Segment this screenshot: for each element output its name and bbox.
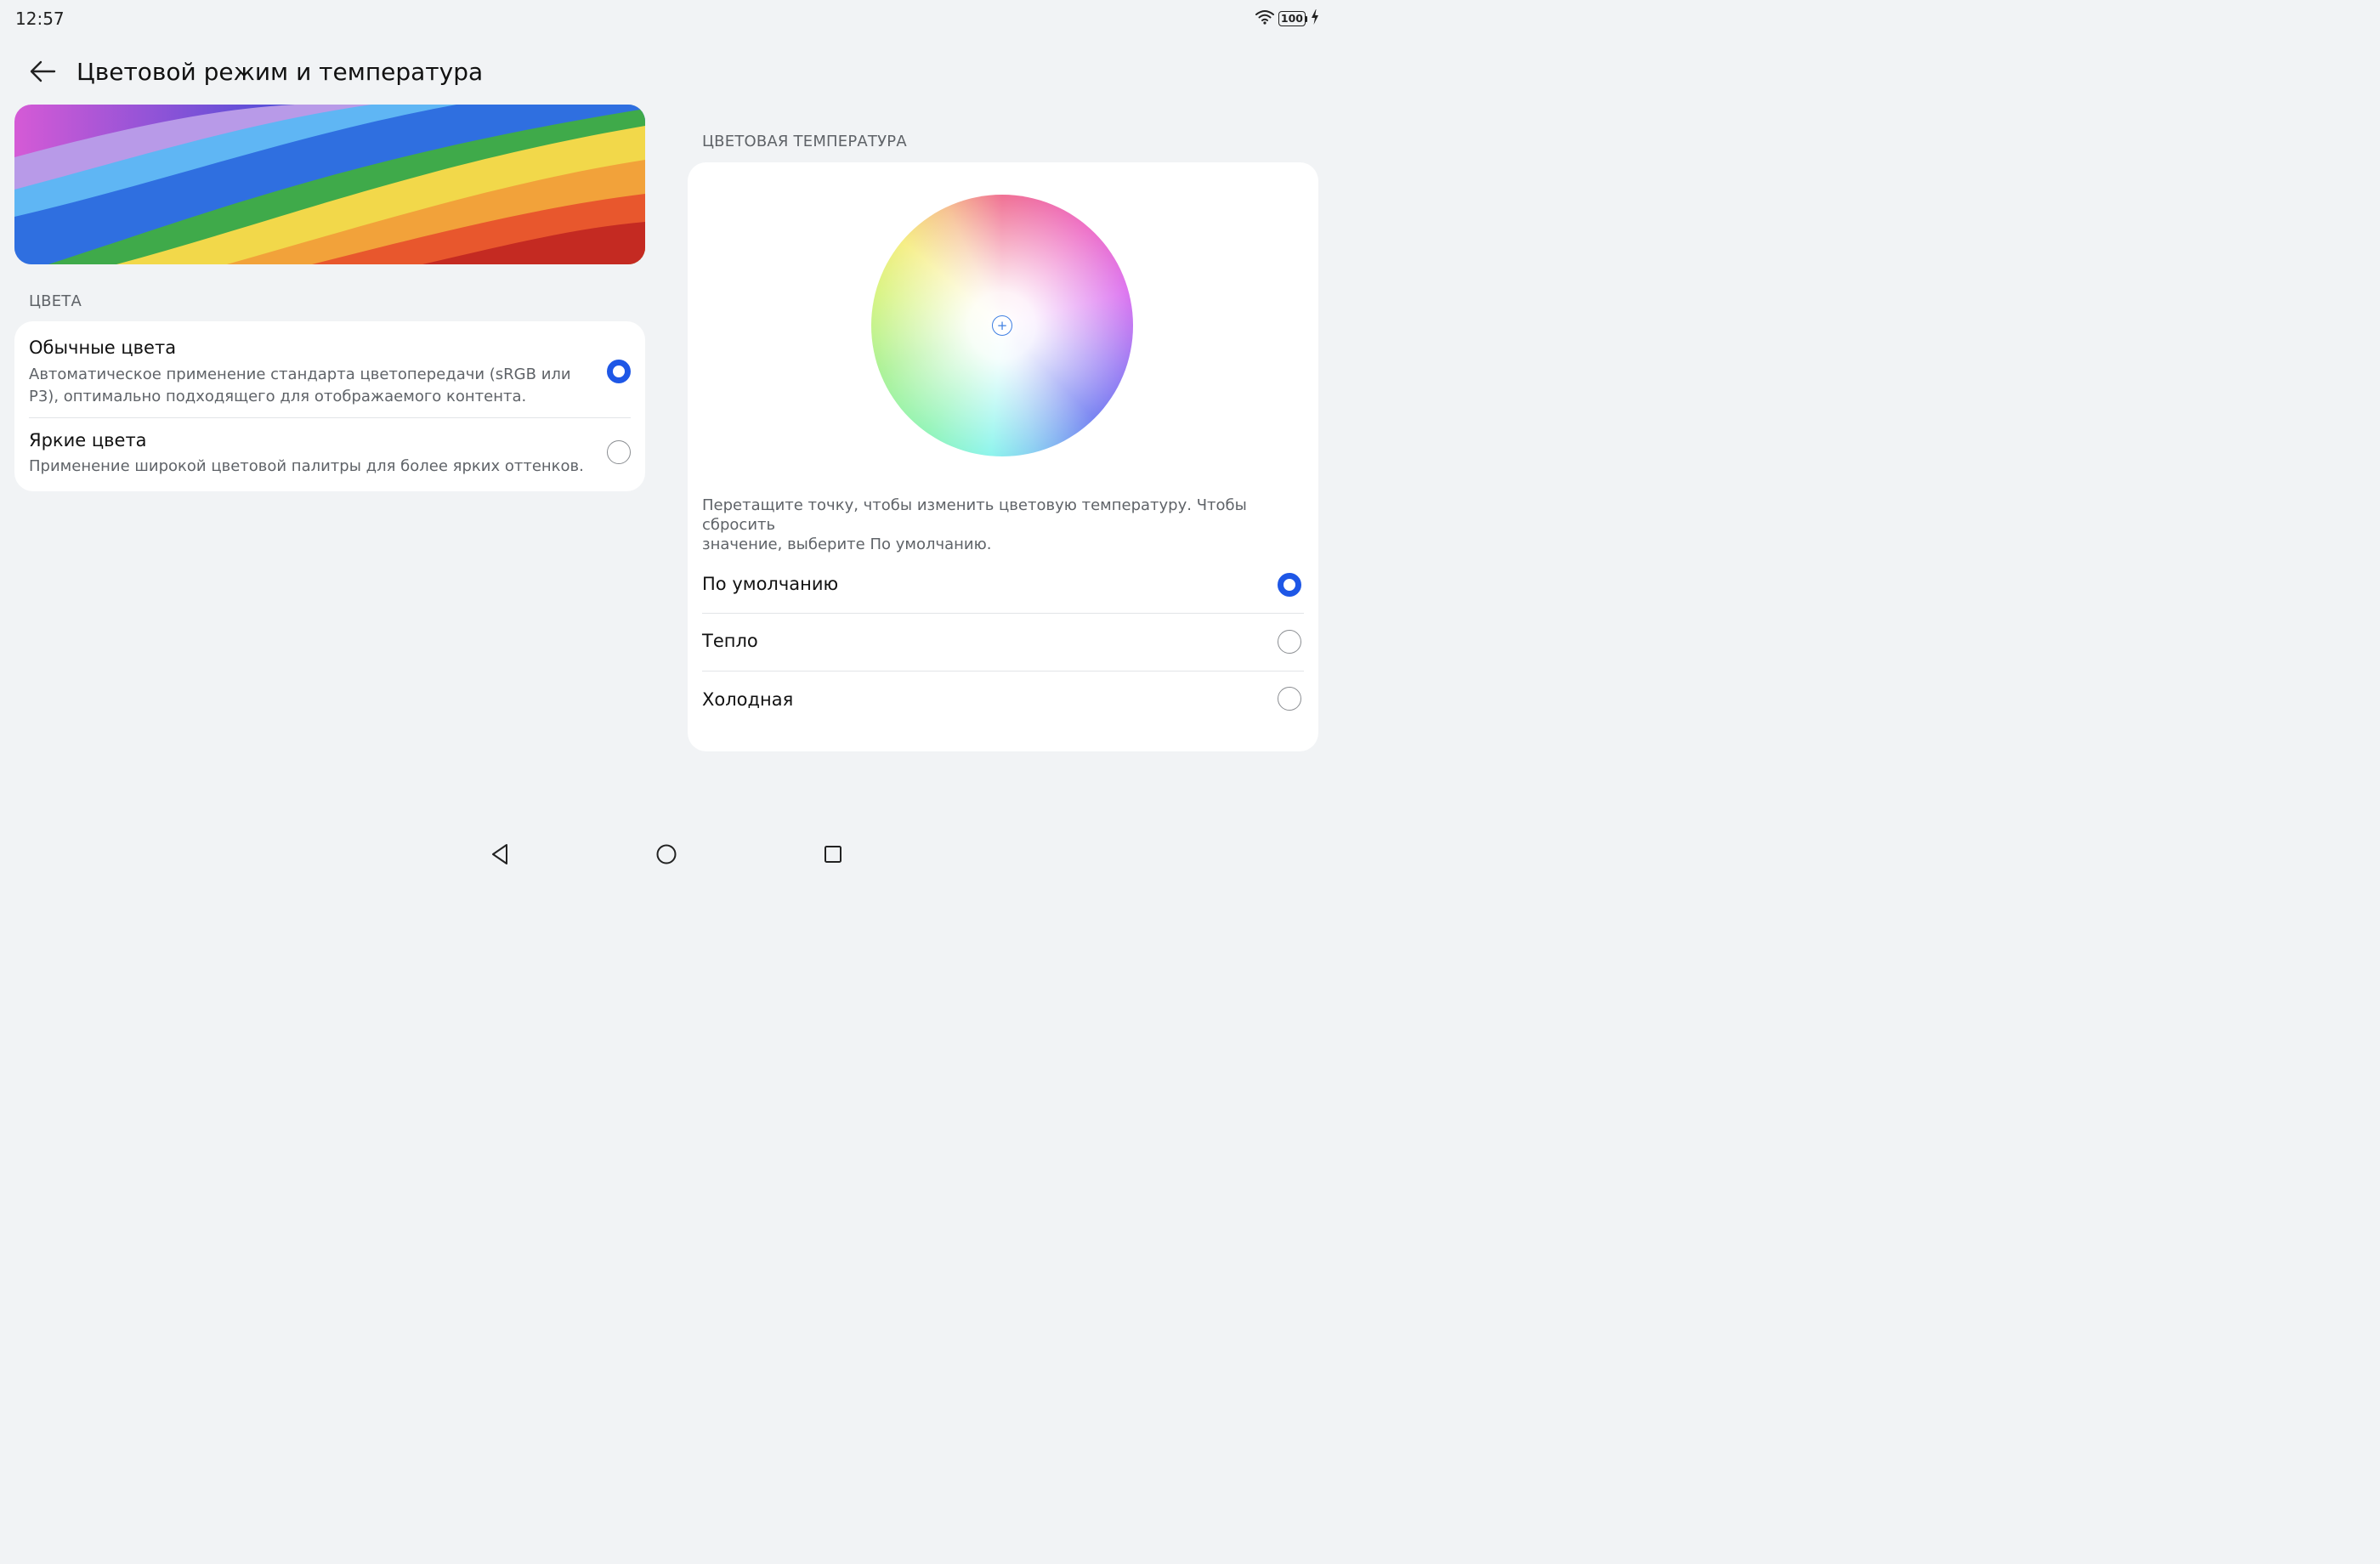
nav-recents-button[interactable]: [819, 843, 847, 869]
radio-temp-cold[interactable]: [1278, 687, 1301, 711]
back-arrow-icon: [29, 60, 56, 87]
option-description: Применение широкой цветовой палитры для …: [29, 457, 584, 475]
back-triangle-icon: [490, 843, 510, 869]
battery-icon: 100: [1278, 11, 1307, 26]
temperature-hint: Перетащите точку, чтобы изменить цветову…: [702, 496, 1307, 554]
color-mode-banner-image: [14, 105, 645, 264]
wifi-icon: [1255, 8, 1275, 29]
option-vivid-colors[interactable]: Яркие цвета Применение широкой цветовой …: [14, 418, 645, 491]
back-button[interactable]: [26, 56, 60, 90]
option-description-line: P3), оптимально подходящего для отобража…: [29, 388, 527, 405]
option-title: По умолчанию: [702, 574, 839, 594]
option-temp-warm[interactable]: Тепло: [688, 614, 1318, 671]
nav-back-button[interactable]: [485, 843, 514, 869]
temperature-section-label: ЦВЕТОВАЯ ТЕМПЕРАТУРА: [702, 133, 907, 150]
hint-line: Перетащите точку, чтобы изменить цветову…: [702, 496, 1247, 534]
status-time: 12:57: [15, 8, 65, 29]
color-temperature-wheel[interactable]: +: [871, 195, 1133, 456]
colors-card: Обычные цвета Автоматическое применение …: [14, 321, 645, 491]
option-description-line: Автоматическое применение стандарта цвет…: [29, 366, 571, 383]
charging-icon: [1311, 8, 1319, 29]
option-title: Тепло: [702, 631, 758, 651]
temperature-picker-handle[interactable]: +: [992, 315, 1012, 336]
option-description: Автоматическое применение стандарта цвет…: [29, 364, 571, 408]
radio-vivid-colors[interactable]: [607, 440, 631, 464]
page-title: Цветовой режим и температура: [76, 58, 484, 86]
recents-square-icon: [823, 844, 843, 868]
option-title: Обычные цвета: [29, 337, 177, 358]
option-temp-default[interactable]: По умолчанию: [688, 555, 1318, 613]
temperature-card: + Перетащите точку, чтобы изменить цвето…: [688, 162, 1318, 751]
colors-section-label: ЦВЕТА: [29, 292, 82, 310]
option-normal-colors[interactable]: Обычные цвета Автоматическое применение …: [14, 321, 645, 417]
option-title: Холодная: [702, 689, 794, 710]
nav-home-button[interactable]: [652, 843, 681, 869]
option-title: Яркие цвета: [29, 430, 147, 450]
home-circle-icon: [655, 843, 677, 869]
option-temp-cold[interactable]: Холодная: [688, 672, 1318, 729]
radio-temp-default[interactable]: [1278, 573, 1301, 597]
radio-normal-colors[interactable]: [607, 360, 631, 383]
battery-level: 100: [1278, 11, 1306, 26]
radio-temp-warm[interactable]: [1278, 630, 1301, 654]
screen: 12:57 100 Цветовой режим и температура Ц…: [0, 0, 1333, 876]
hint-line: значение, выберите По умолчанию.: [702, 536, 992, 553]
status-icons: 100: [1255, 8, 1319, 29]
